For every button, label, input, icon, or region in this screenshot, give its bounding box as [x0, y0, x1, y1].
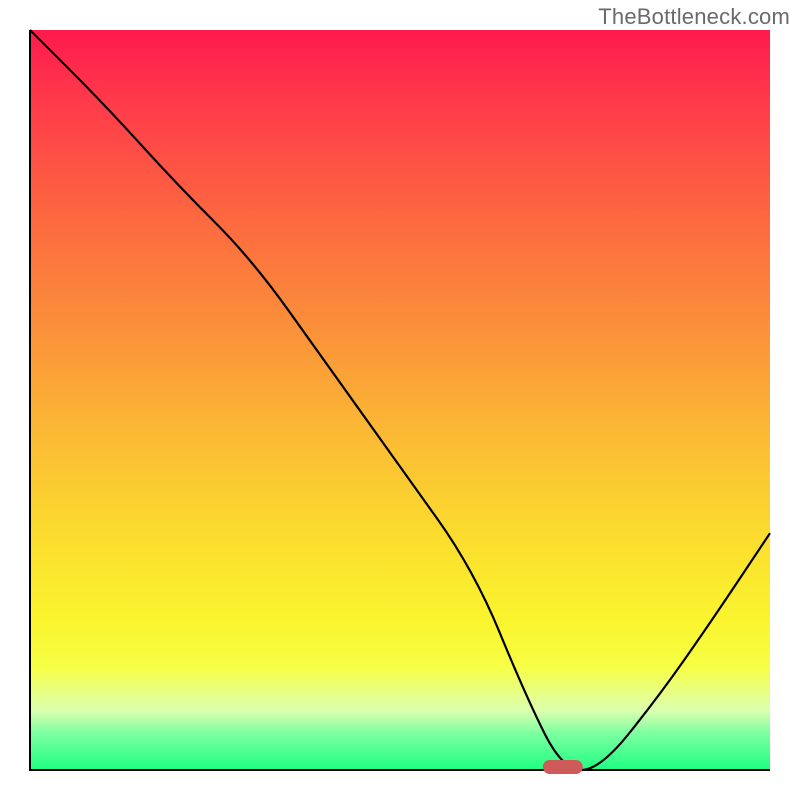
bottleneck-marker [543, 760, 583, 774]
axis-frame [30, 30, 770, 770]
watermark-text: TheBottleneck.com [598, 4, 790, 30]
chart-container: TheBottleneck.com [0, 0, 800, 800]
chart-svg [0, 0, 800, 800]
bottleneck-curve [30, 30, 770, 770]
